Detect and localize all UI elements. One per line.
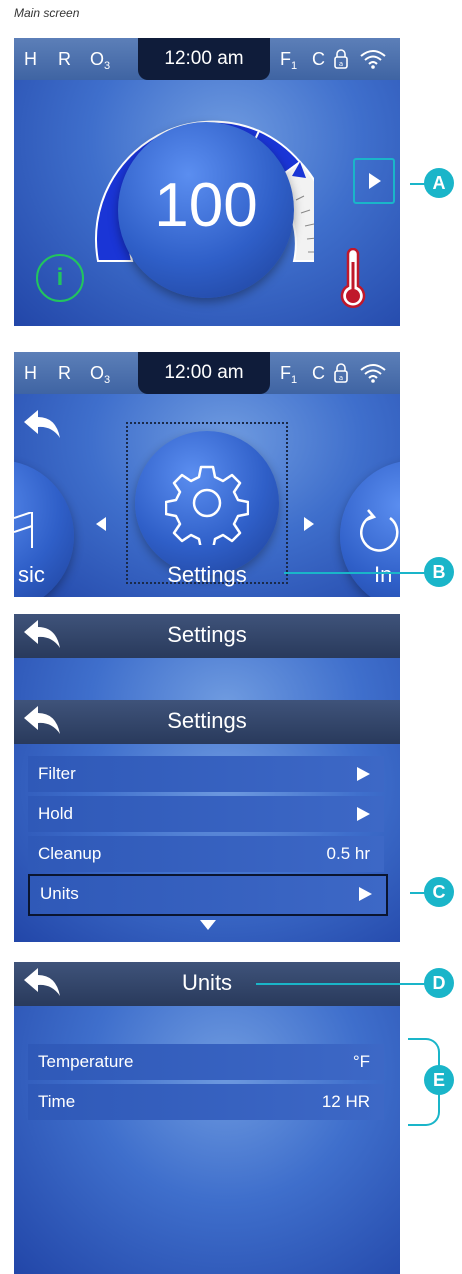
- triangle-right-icon[interactable]: [304, 517, 314, 531]
- info-icon: i: [56, 264, 64, 291]
- callout-b: B: [424, 557, 454, 587]
- triangle-left-icon[interactable]: [96, 517, 106, 531]
- temperature-knob[interactable]: 100: [118, 122, 294, 298]
- menu-screen: H R O3 12:00 am F1 C a sic Settings In: [14, 352, 400, 600]
- thermometer-icon[interactable]: [336, 248, 370, 312]
- row-label: Hold: [38, 804, 73, 823]
- back-arrow-icon[interactable]: [22, 410, 62, 440]
- gear-icon: [165, 465, 249, 545]
- list-item-time[interactable]: Time 12 HR: [28, 1084, 384, 1120]
- list-item-temperature[interactable]: Temperature °F: [28, 1044, 384, 1080]
- triangle-right-icon: [357, 767, 370, 781]
- caption: Main screen: [14, 6, 80, 20]
- heater-indicator: H: [24, 49, 37, 69]
- svg-text:a: a: [339, 374, 343, 382]
- row-label: Filter: [38, 764, 76, 783]
- row-label: Temperature: [38, 1052, 134, 1071]
- refresh-icon: [360, 509, 399, 552]
- main-screen: H R O3 12:00 am F1 C a 100 i: [14, 38, 400, 326]
- lock-icon: a: [334, 49, 348, 69]
- page-title: Settings: [167, 708, 247, 733]
- ozone-indicator: O3: [90, 363, 111, 386]
- callout-a: A: [424, 168, 454, 198]
- settings-circle: [135, 431, 279, 575]
- list-item-units[interactable]: Units: [28, 874, 388, 916]
- units-screen: Units Temperature °F Time 12 HR: [14, 962, 400, 1274]
- recirc-indicator: R: [58, 49, 71, 69]
- music-icon: [14, 512, 33, 548]
- svg-text:a: a: [339, 60, 343, 68]
- cleanup-indicator: C: [312, 49, 325, 69]
- info-button[interactable]: i: [36, 254, 84, 302]
- triangle-right-icon: [359, 887, 372, 901]
- row-label: Time: [38, 1092, 76, 1111]
- wifi-icon: [360, 50, 386, 69]
- cleanup-indicator: C: [312, 363, 325, 383]
- list-item-cleanup[interactable]: Cleanup 0.5 hr: [28, 836, 384, 872]
- page-title: Settings: [167, 622, 247, 647]
- status-bar: H R O3 12:00 am F1 C a: [14, 38, 400, 80]
- row-label: Units: [40, 884, 79, 903]
- menu-label-left: sic: [18, 562, 45, 587]
- callout-line-d: [256, 983, 426, 985]
- ozone-indicator: O3: [90, 49, 111, 72]
- filter-indicator: F1: [280, 363, 298, 386]
- list-item-filter[interactable]: Filter: [28, 756, 384, 792]
- triangle-right-icon: [357, 807, 370, 821]
- heater-indicator: H: [24, 363, 37, 383]
- settings-screen-body: Settings Filter Hold Cleanup 0.5 hr Unit…: [14, 700, 400, 942]
- callout-c: C: [424, 877, 454, 907]
- recirc-indicator: R: [58, 363, 71, 383]
- title-bar: Settings: [14, 614, 400, 658]
- divider: [14, 597, 400, 600]
- menu-item-settings[interactable]: [126, 422, 288, 584]
- next-arrow-button[interactable]: [353, 158, 395, 204]
- callout-line-b: [284, 572, 426, 574]
- list-item-hold[interactable]: Hold: [28, 796, 384, 832]
- triangle-down-icon[interactable]: [200, 920, 216, 930]
- callout-d: D: [424, 968, 454, 998]
- triangle-right-icon: [369, 173, 381, 189]
- menu-label-right: In: [374, 562, 393, 587]
- temperature-value: 100: [154, 171, 258, 240]
- clock[interactable]: 12:00 am: [138, 38, 270, 80]
- lock-icon: a: [334, 363, 348, 383]
- row-value: °F: [352, 1052, 370, 1071]
- callout-e: E: [424, 1065, 454, 1095]
- status-bar: H R O3 12:00 am F1 C a: [14, 352, 400, 394]
- row-value: 12 HR: [321, 1092, 370, 1111]
- clock[interactable]: 12:00 am: [138, 352, 270, 394]
- filter-indicator: F1: [280, 49, 298, 72]
- row-value: 0.5 hr: [326, 844, 370, 863]
- wifi-icon: [360, 364, 386, 383]
- menu-label-center: Settings: [167, 562, 247, 587]
- title-bar: Settings: [14, 700, 400, 744]
- row-label: Cleanup: [38, 844, 102, 863]
